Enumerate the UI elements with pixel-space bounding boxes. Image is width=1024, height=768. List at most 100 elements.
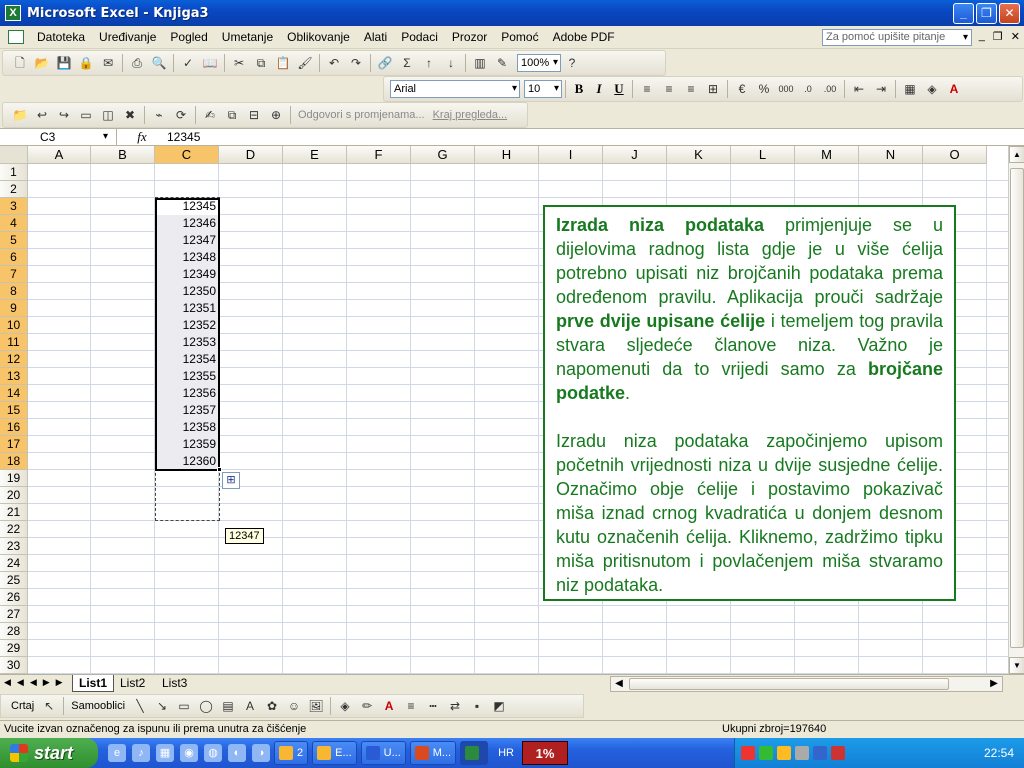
row-header-27[interactable]: 27 bbox=[0, 606, 28, 623]
textbox-icon[interactable]: ▤ bbox=[220, 698, 236, 714]
row-header-14[interactable]: 14 bbox=[0, 385, 28, 402]
tray-icon-3[interactable] bbox=[777, 746, 791, 760]
column-header-f[interactable]: F bbox=[347, 146, 411, 164]
tray-icon-2[interactable] bbox=[759, 746, 773, 760]
line-style-icon[interactable]: ≡ bbox=[403, 698, 419, 714]
zoom-select[interactable]: 100% bbox=[517, 54, 561, 72]
menu-data[interactable]: Podaci bbox=[394, 28, 445, 46]
row-header-8[interactable]: 8 bbox=[0, 283, 28, 300]
accept-icon[interactable]: ⟳ bbox=[173, 107, 189, 123]
cell-c14[interactable]: 12356 bbox=[156, 385, 219, 402]
row-header-11[interactable]: 11 bbox=[0, 334, 28, 351]
row-header-10[interactable]: 10 bbox=[0, 317, 28, 334]
scroll-left-icon[interactable]: ◀ bbox=[611, 677, 627, 691]
hyperlink-icon[interactable]: 🔗 bbox=[377, 55, 393, 71]
row-header-2[interactable]: 2 bbox=[0, 181, 28, 198]
folder-icon[interactable]: 📁 bbox=[12, 107, 28, 123]
tray-icon-4[interactable] bbox=[795, 746, 809, 760]
taskbar-item-word[interactable]: U... bbox=[360, 741, 406, 765]
column-header-c[interactable]: C bbox=[155, 146, 219, 164]
merge-icon[interactable]: ⊕ bbox=[268, 107, 284, 123]
clipart-icon[interactable]: ☺ bbox=[286, 698, 302, 714]
sort-descending-icon[interactable]: ↓ bbox=[443, 55, 459, 71]
permission-icon[interactable]: 🔒 bbox=[78, 55, 94, 71]
menu-window[interactable]: Prozor bbox=[445, 28, 494, 46]
line-color-icon[interactable]: ✏ bbox=[359, 698, 375, 714]
select-objects-icon[interactable]: ↖ bbox=[41, 698, 57, 714]
cell-c12[interactable]: 12354 bbox=[156, 351, 219, 368]
row-header-21[interactable]: 21 bbox=[0, 504, 28, 521]
row-header-20[interactable]: 20 bbox=[0, 487, 28, 504]
rectangle-icon[interactable]: ▭ bbox=[176, 698, 192, 714]
row-header-9[interactable]: 9 bbox=[0, 300, 28, 317]
bold-button[interactable]: B bbox=[569, 81, 589, 97]
column-header-o[interactable]: O bbox=[923, 146, 987, 164]
row-header-19[interactable]: 19 bbox=[0, 470, 28, 487]
decrease-indent-icon[interactable]: ⇤ bbox=[851, 81, 867, 97]
tray-icon-1[interactable] bbox=[741, 746, 755, 760]
start-button[interactable]: start bbox=[0, 738, 98, 768]
menu-adobe-pdf[interactable]: Adobe PDF bbox=[546, 28, 622, 46]
row-header-29[interactable]: 29 bbox=[0, 640, 28, 657]
column-header-l[interactable]: L bbox=[731, 146, 795, 164]
row-header-22[interactable]: 22 bbox=[0, 521, 28, 538]
research-icon[interactable]: 📖 bbox=[202, 55, 218, 71]
cell-c11[interactable]: 12353 bbox=[156, 334, 219, 351]
minimize-button[interactable]: _ bbox=[953, 3, 974, 24]
wordart-icon[interactable]: A bbox=[242, 698, 258, 714]
format-painter-icon[interactable]: 🖌 bbox=[297, 55, 313, 71]
taskbar-item-other[interactable]: M... bbox=[409, 741, 457, 765]
column-header-b[interactable]: B bbox=[91, 146, 155, 164]
help-question-input[interactable]: Za pomoć upišite pitanje bbox=[822, 29, 972, 46]
email-icon[interactable]: ✉ bbox=[100, 55, 116, 71]
chart-wizard-icon[interactable]: ▥ bbox=[472, 55, 488, 71]
draw-menu-button[interactable]: Crtaj bbox=[7, 700, 38, 712]
font-select[interactable]: Arial bbox=[390, 80, 520, 98]
firefox-icon[interactable]: ◑ bbox=[252, 744, 270, 762]
cell-c18[interactable]: 12360 bbox=[156, 453, 219, 470]
row-header-23[interactable]: 23 bbox=[0, 538, 28, 555]
save-icon[interactable]: 💾 bbox=[56, 55, 72, 71]
protect-icon[interactable]: ✍ bbox=[202, 107, 218, 123]
diagram-icon[interactable]: ✿ bbox=[264, 698, 280, 714]
percent-icon[interactable]: % bbox=[756, 81, 772, 97]
menu-edit[interactable]: Uređivanje bbox=[92, 28, 163, 46]
taskbar-item-explorer[interactable]: E... bbox=[312, 741, 357, 765]
new-icon[interactable]: 🗋 bbox=[12, 55, 28, 71]
column-header-d[interactable]: D bbox=[219, 146, 283, 164]
currency-icon[interactable]: € bbox=[734, 81, 750, 97]
compare-icon[interactable]: ⊟ bbox=[246, 107, 262, 123]
tab-list1[interactable]: List1 bbox=[72, 675, 115, 692]
3d-icon[interactable]: ◩ bbox=[491, 698, 507, 714]
restore-button[interactable]: ❐ bbox=[976, 3, 997, 24]
row-header-24[interactable]: 24 bbox=[0, 555, 28, 572]
row-header-26[interactable]: 26 bbox=[0, 589, 28, 606]
font-size-select[interactable]: 10 bbox=[524, 80, 562, 98]
formula-input[interactable]: 12345 bbox=[167, 130, 200, 144]
oval-icon[interactable]: ◯ bbox=[198, 698, 214, 714]
menu-view[interactable]: Pogled bbox=[163, 28, 214, 46]
cell-c10[interactable]: 12352 bbox=[156, 317, 219, 334]
align-center-icon[interactable]: ≡ bbox=[661, 81, 677, 97]
spelling-icon[interactable]: ✓ bbox=[180, 55, 196, 71]
sort-ascending-icon[interactable]: ↑ bbox=[421, 55, 437, 71]
fill-color-draw-icon[interactable]: ◈ bbox=[337, 698, 353, 714]
menu-format[interactable]: Oblikovanje bbox=[280, 28, 357, 46]
drawing-icon[interactable]: ✎ bbox=[494, 55, 510, 71]
row-header-17[interactable]: 17 bbox=[0, 436, 28, 453]
delete-comment-icon[interactable]: ✖ bbox=[122, 107, 138, 123]
undo-icon[interactable]: ↶ bbox=[326, 55, 342, 71]
workbook-icon[interactable] bbox=[8, 30, 24, 44]
increase-decimal-icon[interactable]: .0 bbox=[800, 81, 816, 97]
explorer-icon[interactable]: ◉ bbox=[180, 744, 198, 762]
forward-icon[interactable]: ↪ bbox=[56, 107, 72, 123]
explanation-textbox[interactable]: Izrada niza podataka primjenjuje se u di… bbox=[543, 205, 956, 601]
show-comments-icon[interactable]: ◫ bbox=[100, 107, 116, 123]
language-indicator[interactable]: HR bbox=[498, 747, 514, 759]
row-header-5[interactable]: 5 bbox=[0, 232, 28, 249]
app-icon[interactable]: ◍ bbox=[204, 744, 222, 762]
copy-icon[interactable]: ⧉ bbox=[253, 55, 269, 71]
excel-icon[interactable]: X bbox=[5, 5, 21, 21]
increase-indent-icon[interactable]: ⇥ bbox=[873, 81, 889, 97]
menu-tools[interactable]: Alati bbox=[357, 28, 394, 46]
